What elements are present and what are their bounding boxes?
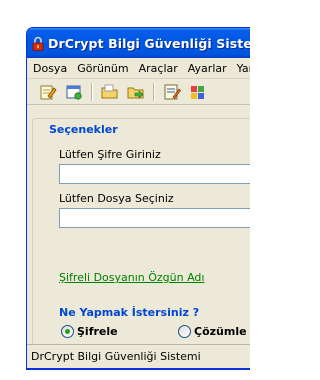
toolbar-edit-button[interactable] [37, 81, 59, 103]
status-bar: DrCrypt Bilgi Güvenliği Sistemi [27, 345, 250, 367]
menu-yardim[interactable]: Yardım [237, 62, 250, 75]
status-text: DrCrypt Bilgi Güvenliği Sistemi [31, 349, 201, 363]
folder-go-icon [127, 87, 144, 99]
toolbar-new-window-button[interactable] [63, 81, 85, 103]
encrypt-radio-circle[interactable] [61, 325, 74, 338]
toolbar-separator [91, 82, 93, 101]
menu-araclar[interactable]: Araçlar [139, 62, 178, 75]
folder-icon [101, 84, 118, 98]
menu-ayarlar[interactable]: Ayarlar [188, 62, 227, 75]
app-window: DrCrypt Bilgi Güvenliği Sistemi Dosya Gö… [26, 27, 250, 370]
encrypt-radio[interactable]: Şifrele [61, 325, 118, 338]
new-window-icon [66, 85, 82, 100]
options-groupbox: Seçenekler Lütfen Şifre Giriniz Lütfen D… [32, 118, 250, 348]
toolbar-separator [153, 82, 155, 101]
color-grid-icon [191, 85, 204, 99]
window-title: DrCrypt Bilgi Güvenliği Sistemi [48, 35, 250, 51]
original-name-link[interactable]: Şifreli Dosyanın Özgün Adı [59, 271, 204, 284]
title-bar[interactable]: DrCrypt Bilgi Güvenliği Sistemi [27, 28, 250, 58]
file-input[interactable] [59, 208, 250, 228]
write-note-icon [164, 84, 181, 99]
toolbar-folder-go-button[interactable] [125, 81, 147, 103]
decrypt-radio-label: Çözümle [194, 325, 247, 338]
menu-bar: Dosya Görünüm Araçlar Ayarlar Yardım [27, 58, 250, 79]
decrypt-radio[interactable]: Çözümle [178, 325, 247, 338]
radio-selected-dot [65, 329, 70, 334]
toolbar-write-button[interactable] [161, 81, 183, 103]
main-panel: Seçenekler Lütfen Şifre Giriniz Lütfen D… [27, 106, 250, 348]
menu-gorunum[interactable]: Görünüm [77, 62, 128, 75]
lock-icon [32, 34, 44, 52]
password-input[interactable] [59, 164, 250, 184]
edit-document-icon [40, 85, 57, 99]
encrypt-radio-label: Şifrele [77, 325, 118, 338]
toolbar-open-folder-button[interactable] [99, 81, 121, 103]
page: DrCrypt Bilgi Güvenliği Sistemi Dosya Gö… [0, 0, 250, 380]
file-label: Lütfen Dosya Seçiniz [59, 192, 174, 205]
toolbar [27, 79, 250, 105]
toolbar-color-button[interactable] [187, 81, 209, 103]
section-title: Seçenekler [47, 123, 120, 136]
decrypt-radio-circle[interactable] [178, 325, 191, 338]
password-label: Lütfen Şifre Giriniz [59, 148, 161, 161]
menu-dosya[interactable]: Dosya [33, 62, 67, 75]
action-question: Ne Yapmak İstersiniz ? [59, 306, 200, 319]
